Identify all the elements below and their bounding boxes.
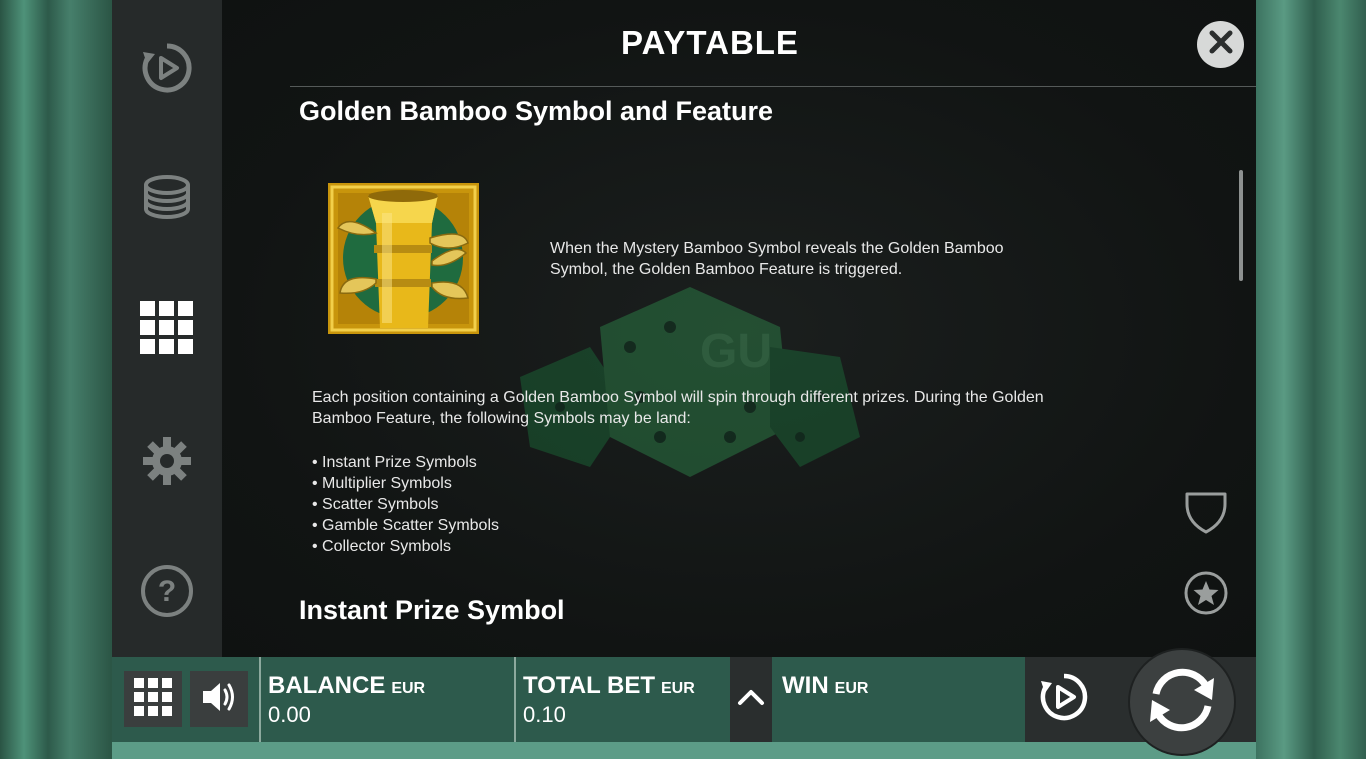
svg-text:?: ? [158, 575, 176, 608]
background-left [0, 0, 112, 759]
balance-label-text: BALANCE [268, 672, 386, 699]
total-bet-label-text: TOTAL BET [523, 672, 655, 699]
total-bet-value: 0.10 [523, 702, 566, 727]
sound-button[interactable] [190, 671, 248, 727]
speaker-icon[interactable] [201, 680, 237, 719]
svg-text:GU: GU [700, 325, 772, 378]
win-currency: EUR [834, 680, 869, 697]
section-heading-golden-bamboo: Golden Bamboo Symbol and Feature [299, 96, 774, 126]
grid-icon[interactable] [134, 677, 172, 721]
autoplay-icon[interactable] [1039, 672, 1089, 727]
paytable-panel: PAYTABLE GU Golden Bamboo Symbol and Fea… [222, 0, 1256, 657]
balance-currency: EUR [391, 680, 426, 697]
win-label: WIN EUR [782, 672, 868, 700]
paragraph-line: Each position containing a Golden Bamboo… [312, 389, 1044, 406]
description-line: Symbol, the Golden Bamboo Feature is tri… [550, 261, 903, 278]
close-button[interactable] [1197, 21, 1244, 68]
paragraph-line: Bamboo Feature, the following Symbols ma… [312, 410, 691, 427]
side-menu: ? [112, 0, 222, 657]
list-item: • Collector Symbols [312, 538, 451, 555]
golden-bamboo-symbol [328, 183, 479, 334]
background-right [1256, 0, 1366, 759]
spin-arrows-icon[interactable] [1142, 660, 1222, 745]
description-line: When the Mystery Bamboo Symbol reveals t… [550, 240, 1004, 257]
autoplay-icon[interactable] [139, 40, 195, 96]
golden-bamboo-description: When the Mystery Bamboo Symbol reveals t… [550, 238, 1004, 280]
list-item: • Multiplier Symbols [312, 475, 452, 492]
balance-value: 0.00 [268, 702, 311, 727]
grid-menu-icon[interactable] [139, 300, 195, 356]
scrollbar[interactable] [1239, 170, 1243, 281]
background-bottom [112, 742, 1256, 759]
section-heading-instant-prize: Instant Prize Symbol [299, 595, 565, 625]
total-bet-currency: EUR [661, 680, 695, 697]
win-label-text: WIN [782, 672, 829, 699]
list-item: • Gamble Scatter Symbols [312, 517, 499, 534]
feature-paragraph: Each position containing a Golden Bamboo… [312, 387, 1044, 429]
help-icon[interactable]: ? [139, 563, 195, 619]
gear-icon[interactable] [139, 433, 195, 489]
paytable-title: PAYTABLE [621, 24, 799, 61]
autoplay-button[interactable] [1025, 657, 1103, 742]
chevron-up-icon[interactable] [737, 688, 765, 711]
shield-icon[interactable] [1183, 490, 1229, 541]
bet-increase-button[interactable] [730, 657, 772, 742]
symbol-bullet-list: • Instant Prize Symbols • Multiplier Sym… [312, 452, 499, 557]
title-divider [290, 86, 1256, 87]
balance-label: BALANCE EUR [268, 672, 425, 700]
spin-button[interactable] [1128, 648, 1236, 756]
star-icon[interactable] [1183, 570, 1229, 621]
list-item: • Scatter Symbols [312, 496, 439, 513]
close-icon[interactable] [1209, 30, 1233, 59]
list-item: • Instant Prize Symbols [312, 454, 477, 471]
bar-divider [514, 657, 516, 742]
coins-stack-icon[interactable] [139, 170, 195, 226]
bar-divider [259, 657, 261, 742]
menu-button[interactable] [124, 671, 182, 727]
total-bet-label: TOTAL BET EUR [523, 672, 695, 700]
